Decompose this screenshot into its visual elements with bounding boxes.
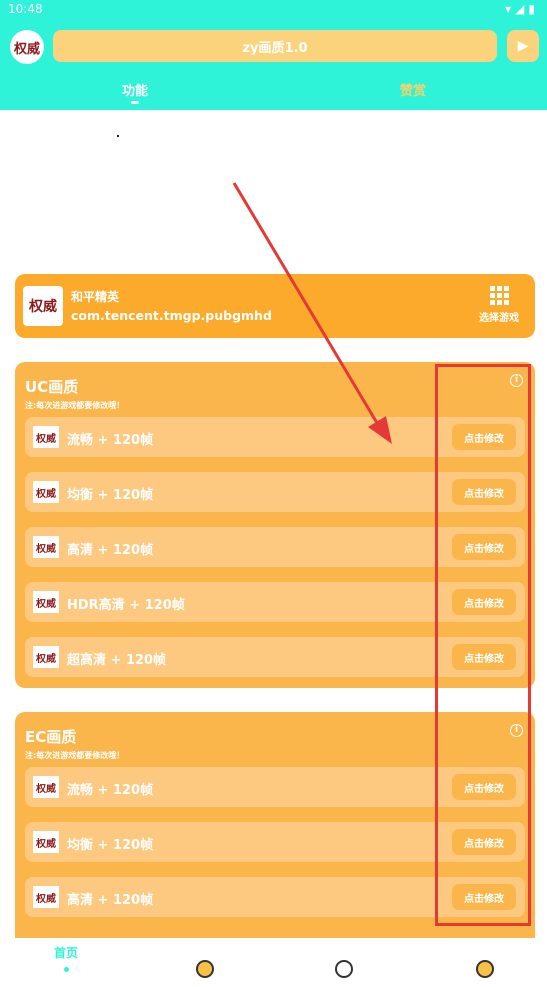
row-label: 超高清 + 120帧 [67, 653, 167, 668]
user-icon[interactable] [476, 960, 494, 978]
row-label: HDR高清 + 120帧 [67, 598, 185, 613]
game-logo: 权威 [23, 286, 63, 326]
row-logo: 权威 [33, 481, 59, 503]
badge-check-icon[interactable] [196, 960, 214, 978]
row-logo: 权威 [33, 426, 59, 448]
pie-chart-icon[interactable] [335, 960, 353, 978]
row-logo: 权威 [33, 646, 59, 668]
status-icons: ▾◢▮ [505, 2, 539, 16]
row-label: 均衡 + 120帧 [67, 838, 154, 853]
nav-active-dot [63, 967, 69, 972]
game-logo-text: 权威 [29, 299, 57, 315]
row-logo: 权威 [33, 591, 59, 613]
avatar[interactable]: 权威 [10, 30, 44, 64]
play-button[interactable]: ▶ [507, 30, 539, 62]
tab-appreciate[interactable]: 赞赏 [400, 80, 426, 99]
row-label: 均衡 + 120帧 [67, 488, 154, 503]
avatar-text: 权威 [13, 41, 40, 57]
row-label: 流畅 + 120帧 [67, 433, 154, 448]
row-logo: 权威 [33, 886, 59, 908]
bottom-nav: 首页 [0, 938, 547, 987]
tab-active-indicator [131, 101, 139, 104]
tab-function[interactable]: 功能 [122, 80, 148, 99]
play-icon: ▶ [517, 38, 529, 54]
nav-home[interactable]: 首页 [48, 944, 84, 972]
section-note: 注:每次进游戏都要修改哦！ [25, 751, 125, 760]
highlight-box [435, 364, 531, 926]
section-note: 注:每次进游戏都要修改哦！ [25, 401, 125, 410]
row-logo: 权威 [33, 831, 59, 853]
select-game-button[interactable]: 选择游戏 [473, 286, 525, 324]
game-card: 权威 和平精英 com.tencent.tmgp.pubgmhd 选择游戏 [15, 274, 535, 338]
select-game-label: 选择游戏 [479, 313, 519, 324]
app-title: zy画质1.0 [53, 30, 497, 62]
status-time: 10:48 [8, 2, 43, 16]
row-label: 高清 + 120帧 [67, 893, 154, 908]
stray-dot [117, 135, 119, 137]
row-label: 高清 + 120帧 [67, 543, 154, 558]
section-title: UC画质 [25, 378, 79, 396]
grid-icon [489, 286, 509, 305]
game-package: com.tencent.tmgp.pubgmhd [71, 308, 272, 323]
nav-home-label: 首页 [53, 946, 78, 960]
section-title: EC画质 [25, 728, 77, 746]
row-logo: 权威 [33, 776, 59, 798]
row-label: 流畅 + 120帧 [67, 783, 154, 798]
status-bar: 10:48 ▾◢▮ [0, 0, 547, 20]
game-name: 和平精英 [71, 290, 120, 304]
row-logo: 权威 [33, 536, 59, 558]
